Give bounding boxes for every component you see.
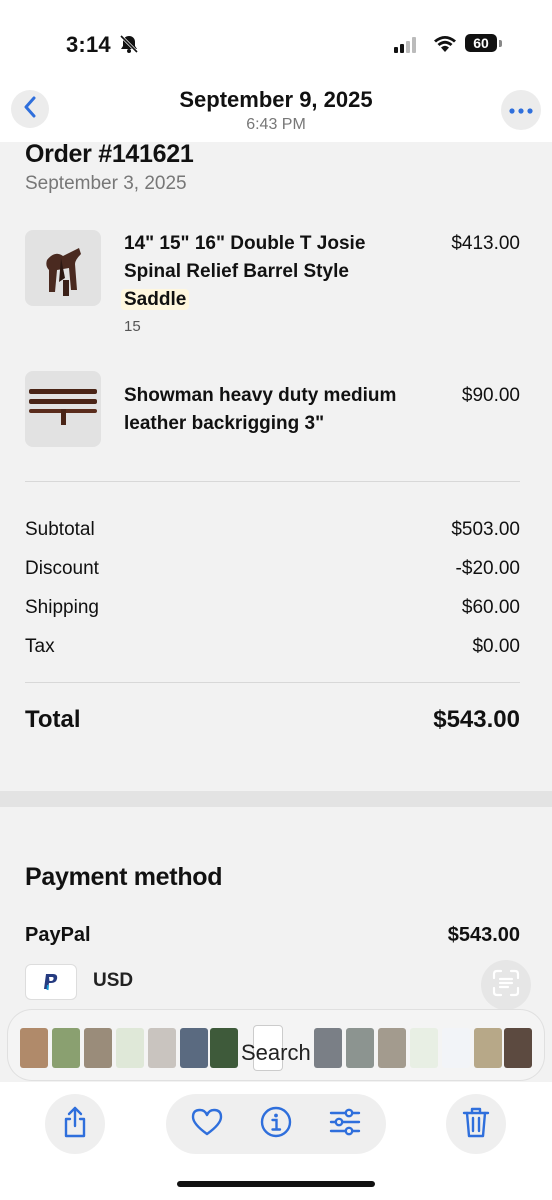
tax-value: $0.00: [472, 636, 520, 657]
tax-label: Tax: [25, 636, 55, 657]
section-separator: [0, 791, 552, 807]
filmstrip-thumb[interactable]: [504, 1028, 532, 1068]
filmstrip-thumb[interactable]: [116, 1028, 144, 1068]
filmstrip-thumb[interactable]: [210, 1028, 238, 1068]
filmstrip-thumb[interactable]: [180, 1028, 208, 1068]
info-button[interactable]: [258, 1106, 294, 1142]
shipping-label: Shipping: [25, 597, 99, 618]
item-name: Showman heavy duty medium leather backri…: [124, 382, 434, 438]
favorite-button[interactable]: [189, 1106, 225, 1142]
payment-method-title: Payment method: [25, 863, 223, 891]
order-title: Order #141621: [25, 140, 194, 168]
share-icon: [61, 1106, 89, 1143]
filmstrip-search-text: Search: [241, 1040, 311, 1065]
filmstrip-thumb[interactable]: [84, 1028, 112, 1068]
share-button[interactable]: [45, 1094, 105, 1154]
filmstrip-thumb[interactable]: [148, 1028, 176, 1068]
delete-button[interactable]: [446, 1094, 506, 1154]
more-button[interactable]: [501, 90, 541, 130]
cellular-signal-icon: [394, 37, 420, 58]
item-name-line: Showman heavy duty medium: [124, 385, 397, 406]
battery-nub: [499, 40, 502, 47]
photo-time: 6:43 PM: [246, 116, 306, 133]
heart-icon: [191, 1108, 223, 1141]
shipping-value: $60.00: [461, 597, 520, 618]
filmstrip-thumb[interactable]: [346, 1028, 374, 1068]
photo-date: September 9, 2025: [179, 87, 373, 112]
item-price: $413.00: [451, 233, 520, 254]
divider: [25, 682, 520, 683]
item-name-line: 14" 15" 16" Double T Josie: [124, 233, 366, 254]
subtotal-value: $503.00: [451, 519, 520, 540]
adjust-icon: [329, 1108, 361, 1141]
item-variant: 15: [124, 318, 141, 335]
filmstrip-thumb[interactable]: [474, 1028, 502, 1068]
trash-icon: [462, 1106, 490, 1143]
subtotal-label: Subtotal: [25, 519, 95, 540]
item-name: 14" 15" 16" Double T Josie Spinal Relief…: [121, 230, 434, 314]
divider: [25, 481, 520, 482]
order-date: September 3, 2025: [25, 173, 187, 194]
item-name-line: Spinal Relief Barrel Style: [124, 261, 349, 282]
discount-label: Discount: [25, 558, 99, 579]
backrigging-thumbnail: [25, 371, 101, 447]
home-indicator[interactable]: [177, 1181, 375, 1187]
paypal-logo: [25, 964, 77, 1000]
live-text-icon: [492, 969, 520, 1002]
item-name-highlight: Saddle: [121, 289, 190, 310]
item-price: $90.00: [461, 385, 520, 406]
filmstrip-thumb[interactable]: [410, 1028, 438, 1068]
currency-code: USD: [93, 970, 134, 991]
live-text-button[interactable]: [481, 960, 531, 1010]
info-icon: [260, 1106, 292, 1143]
total-value: $543.00: [433, 706, 520, 733]
adjust-button[interactable]: [327, 1106, 363, 1142]
payment-amount: $543.00: [447, 924, 520, 946]
battery-indicator: 60: [465, 34, 497, 52]
filmstrip-thumb[interactable]: [20, 1028, 48, 1068]
discount-value: -$20.00: [455, 558, 520, 579]
filmstrip-thumb[interactable]: [314, 1028, 342, 1068]
more-icon: [509, 101, 533, 119]
filmstrip-thumb[interactable]: [52, 1028, 80, 1068]
back-chevron-icon: [23, 96, 37, 123]
item-name-line: leather backrigging 3": [124, 413, 325, 434]
filmstrip-thumb[interactable]: [442, 1028, 470, 1068]
wifi-icon: [433, 35, 457, 58]
filmstrip-thumb[interactable]: [378, 1028, 406, 1068]
total-label: Total: [25, 706, 81, 733]
saddle-thumbnail: [25, 230, 101, 306]
back-button[interactable]: [11, 90, 49, 128]
silent-bell-icon: [118, 34, 140, 59]
status-time: 3:14: [66, 32, 111, 57]
payment-method-name: PayPal: [25, 924, 91, 946]
